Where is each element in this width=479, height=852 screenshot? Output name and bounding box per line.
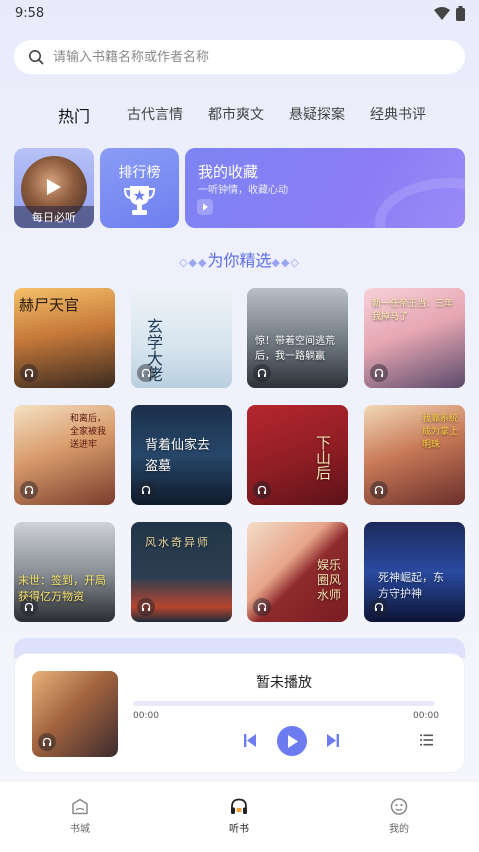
book-cover-title: 和离后，全家被我送进牢 (70, 414, 107, 450)
wifi-icon (434, 6, 450, 20)
book-card[interactable]: 我靠系统成为掌上明珠 (364, 405, 465, 505)
chevron-right-icon[interactable] (197, 199, 213, 215)
nav-bookstore-label: 书城 (70, 824, 90, 835)
book-card[interactable]: 玄学大佬 (131, 288, 232, 388)
player-title: 暂未播放 (256, 675, 312, 691)
nav-mine-label: 我的 (389, 824, 409, 835)
headphones-icon (370, 481, 388, 499)
book-cover-title: 死神崛起，东方守护神 (378, 571, 444, 600)
book-card[interactable]: 风水奇异师 (131, 522, 232, 622)
next-icon[interactable] (327, 734, 339, 747)
headphones-icon (253, 598, 271, 616)
tab-urban[interactable]: 都市爽文 (208, 104, 264, 124)
section-title: 为你精选 (207, 251, 272, 270)
headphones-icon (20, 598, 38, 616)
headphones-icon (370, 598, 388, 616)
category-tabs: 热门 古代言情 都市爽文 悬疑探案 经典书评 (0, 100, 479, 130)
battery-icon (456, 5, 465, 21)
headphones-icon (137, 481, 155, 499)
book-card[interactable]: 末世：签到，开局获得亿万物资 (14, 522, 115, 622)
tab-ancient-romance[interactable]: 古代言情 (127, 104, 183, 124)
book-card[interactable]: 背着仙家去盗墓 (131, 405, 232, 505)
favorites-subtitle: 一听钟情，收藏心动 (198, 185, 288, 196)
bookstore-icon (72, 798, 88, 815)
my-favorites-card[interactable]: 我的收藏 一听钟情，收藏心动 (185, 148, 465, 228)
tab-book-reviews[interactable]: 经典书评 (370, 104, 426, 124)
daily-listen-card[interactable]: 每日必听 (14, 148, 94, 228)
bottom-nav: 书城 听书 我的 (0, 782, 479, 852)
total-time: 00:00 (413, 711, 439, 721)
progress-bar[interactable] (133, 701, 435, 706)
headphones-icon (38, 733, 56, 751)
book-cover-title: 我靠系统成为掌上明珠 (422, 414, 459, 450)
ranking-label: 排行榜 (118, 165, 161, 181)
trophy-icon (124, 186, 155, 215)
search-icon (29, 50, 44, 65)
headphones-icon (137, 364, 155, 382)
feature-row: 每日必听 排行榜 我的收藏 一听钟情，收藏心动 (14, 148, 465, 228)
headphones-icon (253, 364, 271, 382)
nav-listen[interactable]: 听书 (209, 798, 269, 835)
playlist-icon[interactable] (420, 734, 433, 746)
status-icons (434, 5, 465, 21)
book-cover-title: 背着仙家去盗墓 (145, 438, 211, 474)
diamond-decoration-right: ◆◆◇ (271, 256, 300, 269)
status-time: 9:58 (15, 5, 45, 21)
book-card[interactable]: 和离后，全家被我送进牢 (14, 405, 115, 505)
book-cover-title: 风水奇异师 (145, 536, 210, 549)
book-card[interactable]: 娱乐圈风水师 (247, 522, 348, 622)
headphones-icon (370, 364, 388, 382)
search-bar[interactable] (14, 40, 465, 74)
book-cover-title: 下山后 (314, 435, 332, 480)
player-cover-image (32, 671, 118, 757)
nav-bookstore[interactable]: 书城 (50, 798, 110, 835)
favorites-title: 我的收藏 (198, 163, 259, 181)
profile-icon (390, 798, 408, 815)
tab-mystery[interactable]: 悬疑探案 (289, 104, 345, 124)
nav-mine[interactable]: 我的 (369, 798, 429, 835)
headphones-icon (20, 481, 38, 499)
daily-listen-label: 每日必听 (14, 206, 94, 228)
book-cover-title: 惊！带着空间逃荒后，我一路躺赢 (255, 336, 335, 362)
headphones-icon (137, 598, 155, 616)
headphones-icon (20, 364, 38, 382)
ranking-card[interactable]: 排行榜 (100, 148, 179, 228)
section-header: ◇◆◆为你精选◆◆◇ (0, 247, 479, 271)
status-bar: 9:58 (0, 0, 479, 26)
previous-icon[interactable] (244, 734, 256, 747)
book-card[interactable]: 死神崛起，东方守护神 (364, 522, 465, 622)
book-grid: 赫尸天官 玄学大佬 惊！带着空间逃荒后，我一路躺赢 新一任帝王当：三年我掉马了 … (14, 288, 465, 624)
nav-listen-label: 听书 (229, 824, 249, 835)
decorative-ring (375, 178, 465, 228)
headphones-icon (253, 481, 271, 499)
diamond-decoration-left: ◇◆◆ (179, 256, 208, 269)
headphones-icon (231, 798, 247, 814)
play-button[interactable] (277, 726, 307, 756)
book-cover-title: 娱乐圈风水师 (317, 558, 342, 602)
mini-player[interactable]: 暂未播放 00:00 00:00 (14, 653, 465, 773)
book-card[interactable]: 赫尸天官 (14, 288, 115, 388)
book-cover-title: 赫尸天官 (19, 296, 80, 314)
book-card[interactable]: 新一任帝王当：三年我掉马了 (364, 288, 465, 388)
search-input[interactable] (53, 49, 433, 65)
play-icon (47, 179, 61, 195)
book-card[interactable]: 下山后 (247, 405, 348, 505)
current-time: 00:00 (133, 711, 159, 721)
book-cover-title: 新一任帝王当：三年我掉马了 (372, 299, 454, 322)
play-icon (288, 734, 298, 748)
tab-hot[interactable]: 热门 (58, 103, 90, 127)
book-card[interactable]: 惊！带着空间逃荒后，我一路躺赢 (247, 288, 348, 388)
